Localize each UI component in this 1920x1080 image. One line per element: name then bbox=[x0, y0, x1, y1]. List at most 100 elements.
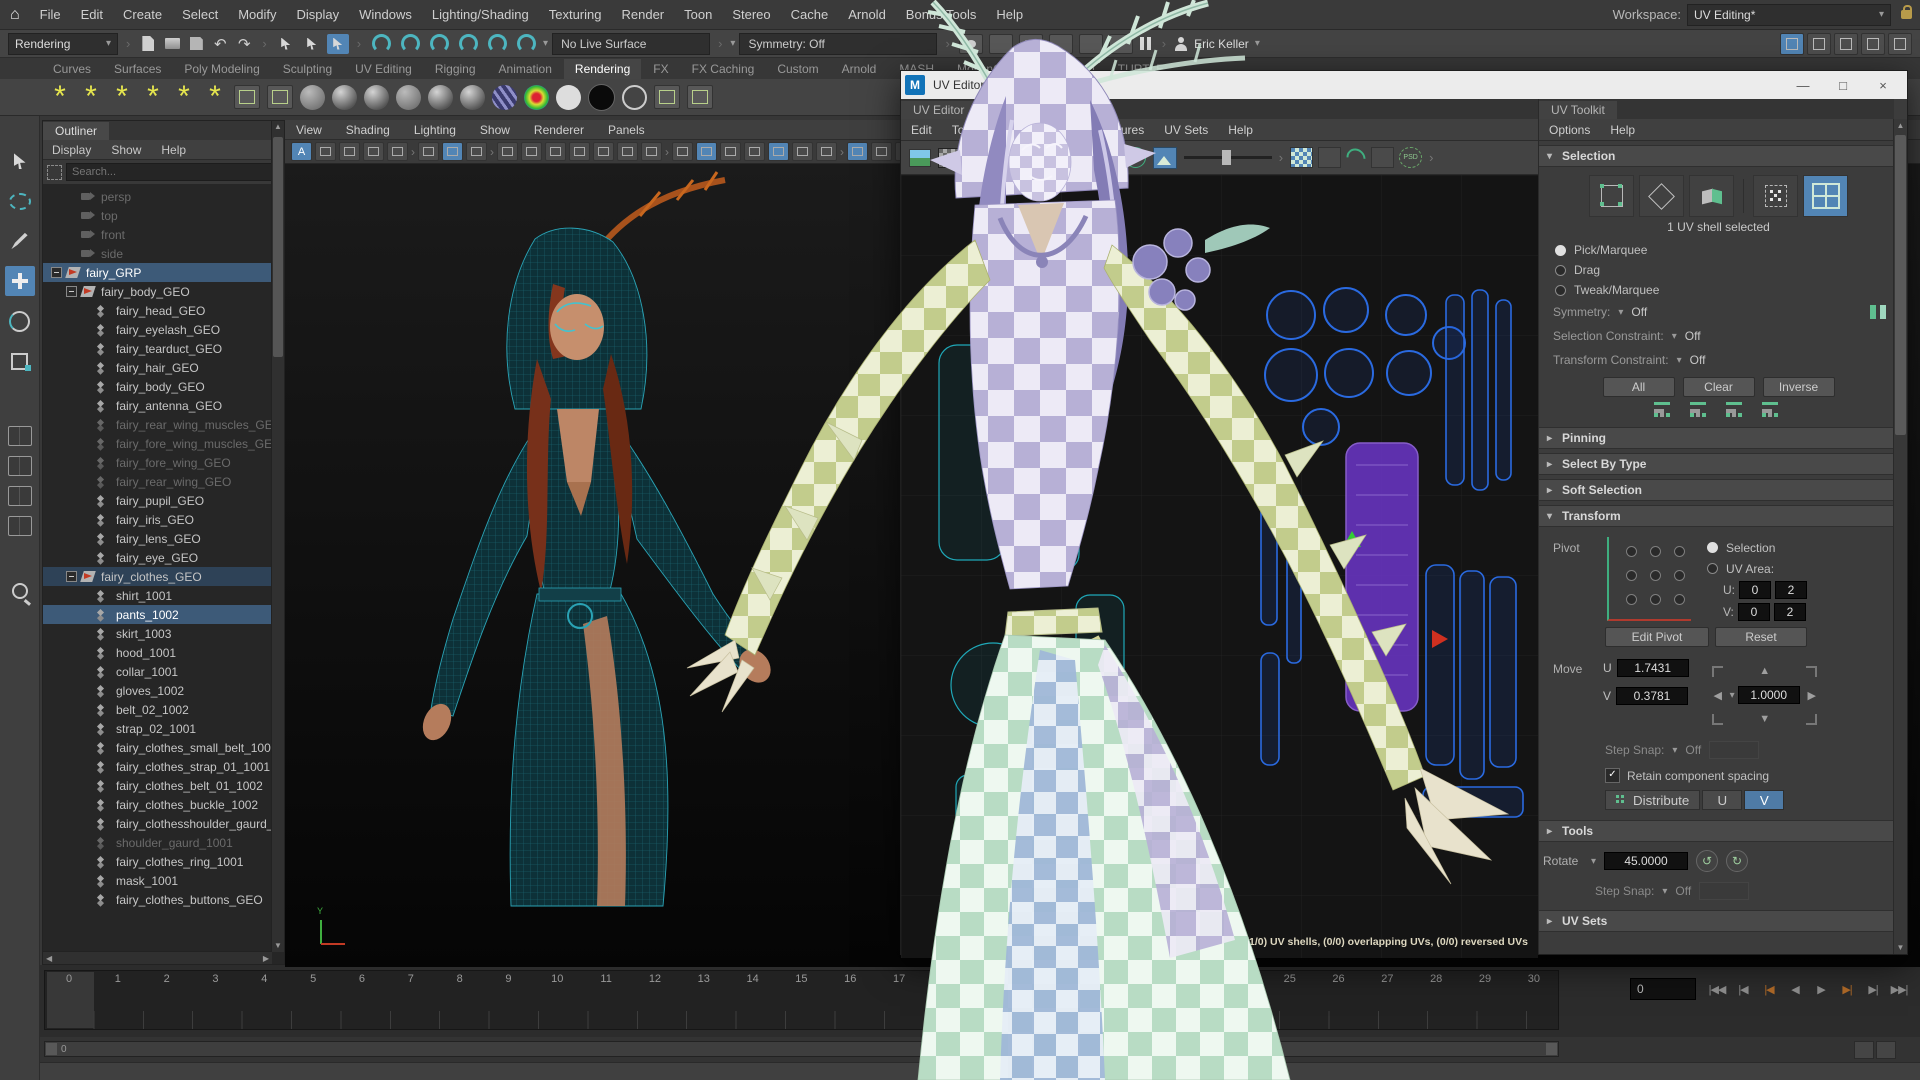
outliner-row[interactable]: collar_1001 bbox=[43, 662, 284, 681]
lasso-tool-icon[interactable] bbox=[5, 186, 35, 216]
reset-pivot-button[interactable]: Reset bbox=[1715, 627, 1807, 647]
scroll-thumb[interactable] bbox=[273, 137, 283, 357]
update-psd-icon[interactable]: PSD bbox=[1399, 147, 1422, 168]
modeling-toolkit-toggle-icon[interactable] bbox=[1861, 33, 1885, 55]
pivot-radio[interactable] bbox=[1650, 594, 1661, 605]
paint-select-tool-icon[interactable] bbox=[5, 226, 35, 256]
shading-map-icon[interactable] bbox=[622, 85, 647, 110]
checker-tiles-toggle-icon[interactable] bbox=[1290, 147, 1313, 168]
grease-pencil-icon[interactable] bbox=[418, 142, 439, 161]
tool-settings-toggle-icon[interactable] bbox=[1807, 33, 1831, 55]
collapse-right-icon[interactable]: › bbox=[1429, 150, 1433, 165]
home-icon[interactable]: ⌂ bbox=[10, 6, 20, 24]
rotate-tool-icon[interactable] bbox=[5, 306, 35, 336]
mirror-icon[interactable] bbox=[1870, 305, 1886, 319]
checker-map-swatch-icon[interactable] bbox=[938, 148, 962, 168]
directional-light-icon[interactable]: * bbox=[79, 84, 103, 110]
pivot-radio[interactable] bbox=[1650, 546, 1661, 557]
snap-to-projected-center-icon[interactable] bbox=[459, 34, 478, 53]
v-min-field[interactable]: 0 bbox=[1738, 603, 1770, 621]
lambert-material-icon[interactable] bbox=[300, 85, 325, 110]
image-plane-icon[interactable] bbox=[387, 142, 408, 161]
expand-toggle-icon[interactable] bbox=[66, 286, 77, 297]
shelf-tab[interactable]: FX bbox=[642, 59, 679, 79]
search-input[interactable] bbox=[66, 163, 280, 181]
signed-in-user[interactable]: Eric Keller ▾ bbox=[1174, 37, 1260, 51]
move-right-button[interactable]: ▶ bbox=[1807, 689, 1815, 702]
move-up-button[interactable]: ▲ bbox=[1759, 665, 1770, 677]
four-pane-layout-icon[interactable] bbox=[8, 456, 32, 476]
screen-space-ao-icon[interactable] bbox=[792, 142, 813, 161]
surface-shader-icon[interactable] bbox=[556, 85, 581, 110]
rgb-channels-icon[interactable]: RGB bbox=[1125, 147, 1146, 168]
move-down-button[interactable]: ▼ bbox=[1759, 713, 1770, 725]
grow-selection-icon[interactable] bbox=[1690, 402, 1712, 417]
slider-handle[interactable] bbox=[1222, 150, 1231, 165]
snap-icon[interactable] bbox=[442, 142, 463, 161]
live-surface-field[interactable]: No Live Surface bbox=[552, 33, 710, 55]
grid-toggle-icon[interactable] bbox=[497, 142, 518, 161]
u-min-field[interactable]: 0 bbox=[1739, 581, 1771, 599]
selection-action-button[interactable]: Clear bbox=[1683, 377, 1755, 397]
ipr-render-icon[interactable] bbox=[1019, 34, 1043, 54]
safe-action-icon[interactable] bbox=[617, 142, 638, 161]
pivot-radio[interactable] bbox=[1626, 594, 1637, 605]
outliner-row[interactable]: fairy_pupil_GEO bbox=[43, 491, 284, 510]
shrink-selection-icon[interactable] bbox=[1654, 402, 1676, 417]
snap-to-curve-icon[interactable] bbox=[401, 34, 420, 53]
outliner-row[interactable]: fairy_lens_GEO bbox=[43, 529, 284, 548]
viewport-menu-item[interactable]: Show bbox=[469, 123, 521, 137]
volume-light-icon[interactable]: * bbox=[172, 84, 196, 110]
outliner-row[interactable]: fairy_eyelash_GEO bbox=[43, 320, 284, 339]
outliner-tab[interactable]: Outliner bbox=[43, 122, 109, 140]
menu-set-dropdown[interactable]: Rendering ▾ bbox=[8, 33, 118, 55]
undo-icon[interactable]: ↶ bbox=[210, 34, 230, 54]
pivot-radio[interactable] bbox=[1626, 570, 1637, 581]
symmetry-value[interactable]: Off bbox=[1631, 305, 1647, 319]
outliner-row[interactable]: fairy_rear_wing_GEO bbox=[43, 472, 284, 491]
render-settings-shelf-icon[interactable] bbox=[654, 85, 680, 109]
outliner-row[interactable]: fairy_clothes_small_belt_1002 bbox=[43, 738, 284, 757]
transform-constraint-value[interactable]: Off bbox=[1690, 353, 1706, 367]
scroll-down-icon[interactable]: ▼ bbox=[1894, 941, 1907, 954]
single-pane-layout-icon[interactable] bbox=[8, 426, 32, 446]
camera-attributes-icon[interactable] bbox=[339, 142, 360, 161]
range-track[interactable]: 0 bbox=[44, 1041, 1559, 1057]
outliner-row[interactable]: fairy_tearduct_GEO bbox=[43, 339, 284, 358]
uv-editor-titlebar[interactable]: M UV Editor —□× bbox=[901, 71, 1907, 99]
uv-editor-menu-item[interactable]: Edit bbox=[901, 123, 942, 137]
active-texture-name[interactable]: fairy_clothes_baseColor bbox=[985, 151, 1114, 165]
textured-display-icon[interactable] bbox=[720, 142, 741, 161]
step-forward-frame-button[interactable]: ▶| bbox=[1860, 979, 1886, 999]
area-light-icon[interactable]: * bbox=[141, 84, 165, 110]
menu-item[interactable]: Stereo bbox=[722, 7, 780, 22]
pencil-icon[interactable] bbox=[466, 142, 487, 161]
image-dim-slider[interactable] bbox=[1184, 156, 1272, 159]
selection-action-button[interactable]: Inverse bbox=[1763, 377, 1835, 397]
outliner-row[interactable]: fairy_clothes_buttons_GEO bbox=[43, 890, 284, 909]
edge-mode-icon[interactable] bbox=[1639, 175, 1684, 217]
outliner-row[interactable]: fairy_clothes_ring_1001 bbox=[43, 852, 284, 871]
outliner-row[interactable]: mask_1001 bbox=[43, 871, 284, 890]
vertex-mode-icon[interactable] bbox=[1589, 175, 1634, 217]
uv-editor-menu-item[interactable]: UV Sets bbox=[1154, 123, 1218, 137]
collapsed-section-header[interactable]: ▸ Pinning bbox=[1539, 427, 1894, 449]
shelf-tab[interactable]: Curves bbox=[42, 59, 102, 79]
rotate-cw-icon[interactable]: ↻ bbox=[1726, 850, 1748, 872]
uv-mode-icon[interactable] bbox=[1753, 175, 1798, 217]
pivot-selection-radio[interactable]: Selection bbox=[1701, 539, 1807, 556]
spot-light-icon[interactable]: * bbox=[110, 84, 134, 110]
outliner-row[interactable]: fairy_hair_GEO bbox=[43, 358, 284, 377]
scroll-up-icon[interactable]: ▲ bbox=[272, 121, 284, 133]
viewport-menu-item[interactable]: Panels bbox=[597, 123, 656, 137]
uv-editor-tab[interactable]: UV Editor bbox=[901, 101, 976, 119]
rotate-angle-field[interactable]: 45.0000 bbox=[1604, 852, 1688, 870]
menu-item[interactable]: Cache bbox=[781, 7, 839, 22]
chevron-down-icon[interactable]: ▾ bbox=[1672, 745, 1677, 756]
menu-item[interactable]: File bbox=[30, 7, 71, 22]
distribute-v-button[interactable]: V bbox=[1744, 790, 1784, 810]
filter-icon[interactable] bbox=[47, 165, 62, 180]
face-mode-icon[interactable] bbox=[1689, 175, 1734, 217]
ambient-light-icon[interactable]: * bbox=[203, 84, 227, 110]
make-live-icon[interactable] bbox=[517, 34, 536, 53]
